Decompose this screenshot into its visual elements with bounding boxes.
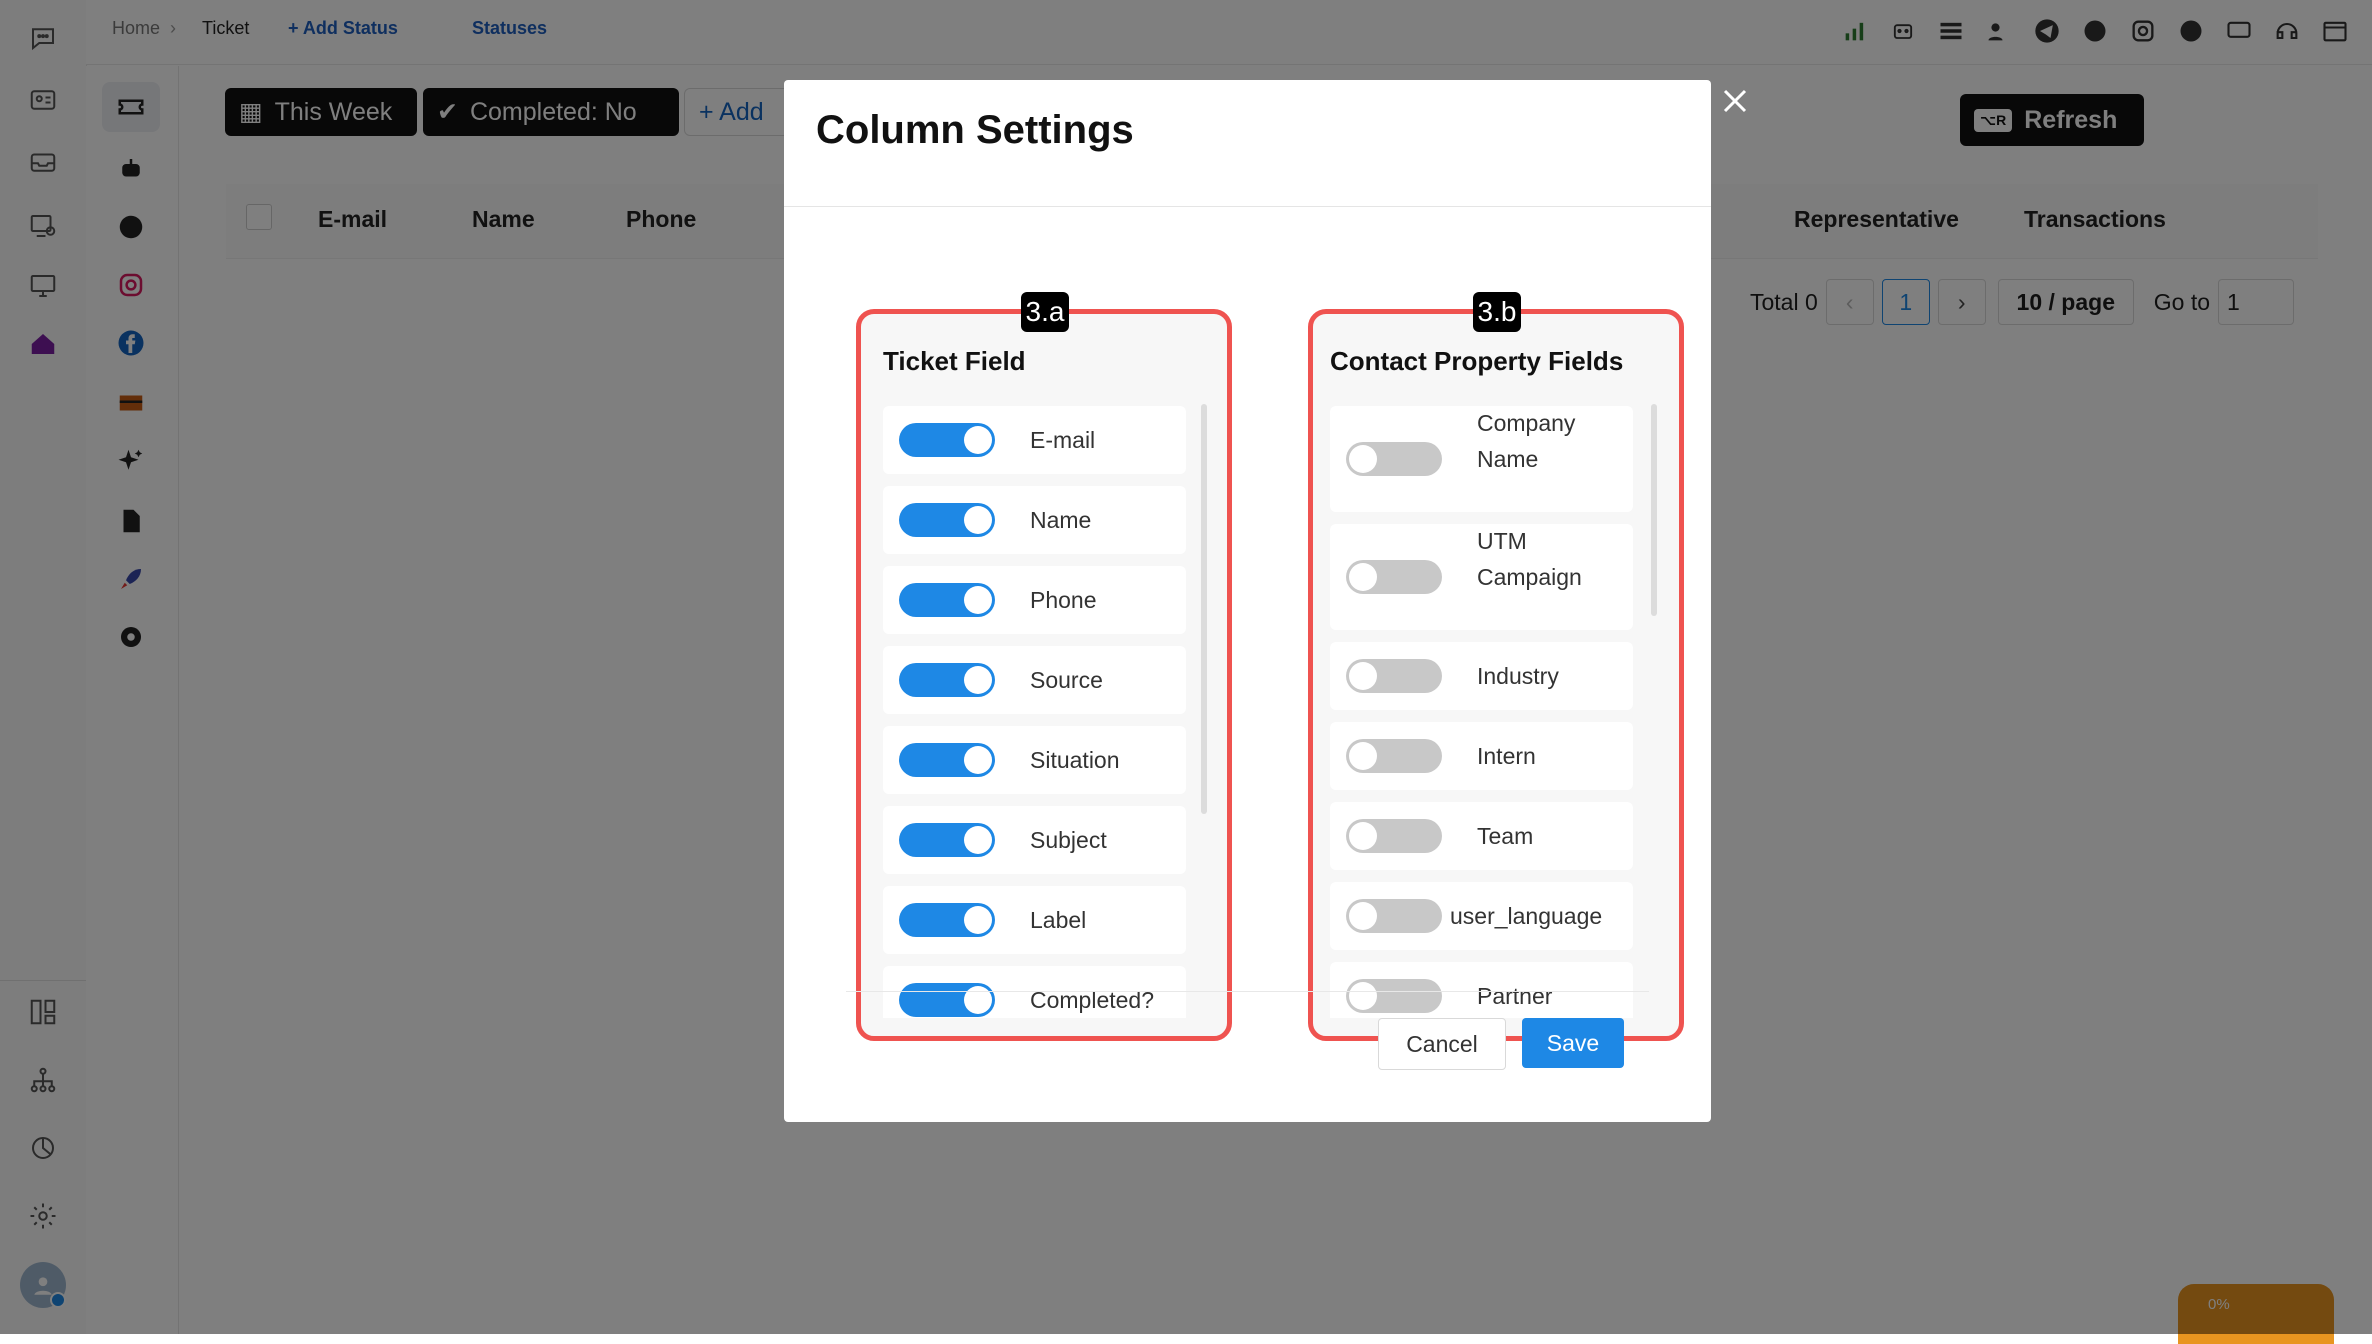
ticket-row-e-mail: E-mail xyxy=(883,406,1186,474)
contact-property-list: Company Name UTM Campaign Industry Intern Te… xyxy=(1330,406,1633,1018)
toggle-knob xyxy=(964,906,992,934)
ticket-field-panel: 3.a Ticket Field E-mail Name Phone Source Si… xyxy=(856,292,1232,1041)
toggle-switch[interactable] xyxy=(899,423,995,457)
field-label: Phone xyxy=(1030,587,1097,613)
toggle-knob xyxy=(1349,742,1377,770)
modal-footer-divider xyxy=(846,991,1649,992)
toggle-knob xyxy=(964,506,992,534)
contact-row-partner: Partner xyxy=(1330,962,1633,1018)
toggle-switch[interactable] xyxy=(1346,739,1442,773)
ticket-field-list: E-mail Name Phone Source Situation Subject Lab… xyxy=(883,406,1186,1018)
contact-row-intern: Intern xyxy=(1330,722,1633,790)
field-label: Completed? xyxy=(1030,987,1155,1013)
toggle-switch[interactable] xyxy=(899,583,995,617)
toggle-knob xyxy=(1349,662,1377,690)
toggle-knob xyxy=(964,666,992,694)
contact-row-utm-campaign: UTM Campaign xyxy=(1330,524,1633,630)
contact-list-scrollbar[interactable] xyxy=(1651,404,1657,616)
field-label: Company Name xyxy=(1477,410,1576,472)
column-settings-modal: Column Settings 3.a Ticket Field E-mail N… xyxy=(784,80,1711,1122)
ticket-row-name: Name xyxy=(883,486,1186,554)
save-button[interactable]: Save xyxy=(1522,1018,1624,1068)
toggle-switch[interactable] xyxy=(899,663,995,697)
panel-tag-3a: 3.a xyxy=(1021,292,1069,332)
modal-header-divider xyxy=(784,206,1711,207)
toggle-switch[interactable] xyxy=(899,983,995,1017)
toggle-switch[interactable] xyxy=(899,743,995,777)
contact-row-team: Team xyxy=(1330,802,1633,870)
toggle-switch[interactable] xyxy=(1346,560,1442,594)
field-label: E-mail xyxy=(1030,427,1096,453)
contact-row-company-name: Company Name xyxy=(1330,406,1633,512)
field-label: Label xyxy=(1030,907,1087,933)
field-label: Industry xyxy=(1477,663,1559,689)
ticket-row-label: Label xyxy=(883,886,1186,954)
ticket-list-scrollbar[interactable] xyxy=(1201,404,1207,814)
toggle-knob xyxy=(1349,822,1377,850)
panel-tag-3b: 3.b xyxy=(1473,292,1521,332)
ticket-row-situation: Situation xyxy=(883,726,1186,794)
toggle-knob xyxy=(964,586,992,614)
close-icon[interactable] xyxy=(1718,84,1752,118)
toggle-knob xyxy=(964,746,992,774)
field-label: Situation xyxy=(1030,747,1120,773)
toggle-switch[interactable] xyxy=(1346,659,1442,693)
field-label: Name xyxy=(1030,507,1092,533)
toggle-knob xyxy=(964,426,992,454)
field-label: Subject xyxy=(1030,827,1107,853)
toggle-switch[interactable] xyxy=(899,503,995,537)
field-label: user_language xyxy=(1450,903,1603,929)
toggle-knob xyxy=(1349,563,1377,591)
toggle-knob xyxy=(1349,982,1377,1010)
ticket-row-source: Source xyxy=(883,646,1186,714)
toggle-knob xyxy=(1349,902,1377,930)
toggle-switch[interactable] xyxy=(1346,979,1442,1013)
toggle-switch[interactable] xyxy=(899,823,995,857)
modal-title: Column Settings xyxy=(816,108,1134,152)
toggle-switch[interactable] xyxy=(1346,442,1442,476)
toggle-switch[interactable] xyxy=(1346,899,1442,933)
field-label: Intern xyxy=(1477,743,1536,769)
field-label: Partner xyxy=(1477,983,1553,1009)
field-label: UTM Campaign xyxy=(1477,528,1582,590)
toggle-switch[interactable] xyxy=(1346,819,1442,853)
ticket-row-subject: Subject xyxy=(883,806,1186,874)
contact-row-user-language: user_language xyxy=(1330,882,1633,950)
field-label: Source xyxy=(1030,667,1103,693)
contact-property-title: Contact Property Fields xyxy=(1330,346,1624,376)
toggle-knob xyxy=(964,826,992,854)
ticket-row-completed: Completed? xyxy=(883,966,1186,1018)
field-label: Team xyxy=(1477,823,1534,849)
toggle-switch[interactable] xyxy=(899,903,995,937)
ticket-row-phone: Phone xyxy=(883,566,1186,634)
toggle-knob xyxy=(1349,445,1377,473)
contact-row-industry: Industry xyxy=(1330,642,1633,710)
contact-property-panel: 3.b Contact Property Fields Company Name… xyxy=(1308,292,1684,1041)
ticket-field-title: Ticket Field xyxy=(883,346,1026,376)
cancel-button[interactable]: Cancel xyxy=(1378,1018,1506,1070)
